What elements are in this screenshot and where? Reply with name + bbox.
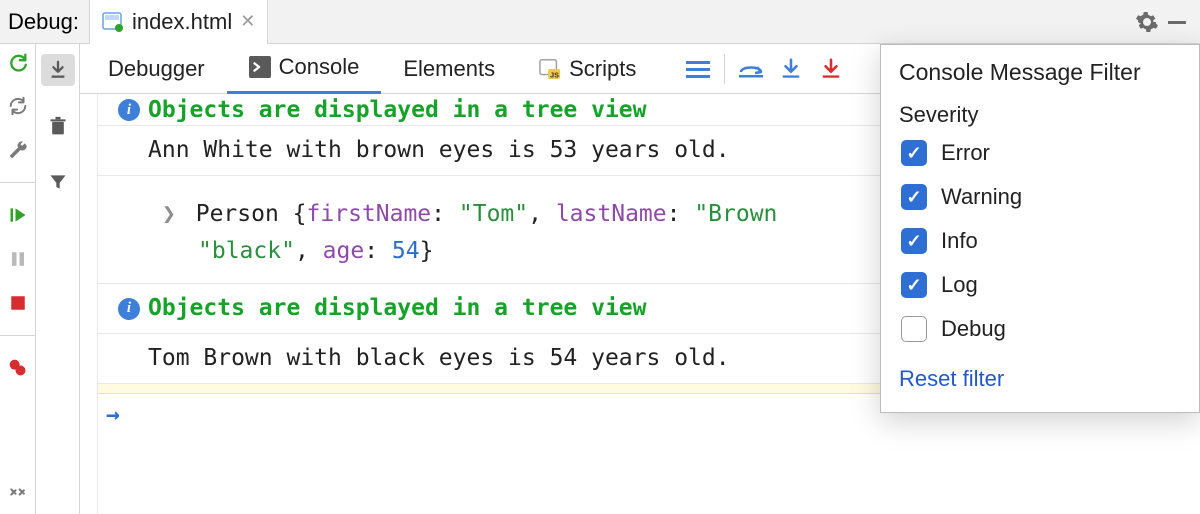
filter-option-label: Error [941, 140, 990, 166]
filter-option-log[interactable]: ✓ Log [901, 272, 1181, 298]
svg-text:JS: JS [550, 70, 559, 79]
tab-scripts-label: Scripts [569, 56, 636, 82]
clear-button[interactable] [41, 110, 75, 142]
tab-elements-label: Elements [403, 56, 495, 82]
breakpoints-icon[interactable] [6, 356, 30, 380]
checkbox-icon[interactable]: ✓ [901, 272, 927, 298]
filter-option-warning[interactable]: ✓ Warning [901, 184, 1181, 210]
obj-age: 54 [392, 238, 420, 264]
filter-option-debug[interactable]: Debug [901, 316, 1181, 342]
checkbox-icon[interactable]: ✓ [901, 184, 927, 210]
tab-scripts[interactable]: JS Scripts [517, 44, 658, 94]
filter-option-label: Debug [941, 316, 1006, 342]
console-tab-icon [249, 56, 271, 78]
filter-option-label: Info [941, 228, 978, 254]
scripts-tab-icon: JS [539, 58, 561, 80]
minimize-icon[interactable] [1162, 11, 1192, 33]
obj-lastName: Brown [708, 201, 777, 227]
step-into-icon[interactable] [771, 58, 811, 80]
chevron-right-icon[interactable]: ❯ [162, 201, 176, 227]
check-icon: ✓ [906, 231, 921, 252]
checkbox-icon[interactable] [901, 316, 927, 342]
filter-section-label: Severity [899, 102, 1181, 128]
tab-console[interactable]: Console [227, 44, 382, 94]
tab-debugger[interactable]: Debugger [86, 44, 227, 94]
step-force-icon[interactable] [811, 58, 851, 80]
scroll-to-end-button[interactable] [41, 54, 75, 86]
wrench-icon[interactable] [6, 138, 30, 162]
filter-option-label: Log [941, 272, 978, 298]
refresh-icon[interactable] [6, 94, 30, 118]
prompt-arrow-icon: → [106, 402, 120, 428]
filter-option-error[interactable]: ✓ Error [901, 140, 1181, 166]
tab-elements[interactable]: Elements [381, 44, 517, 94]
check-icon: ✓ [906, 143, 921, 164]
console-message-filter-popup: Console Message Filter Severity ✓ Error ✓ W… [880, 44, 1200, 413]
tab-debugger-label: Debugger [108, 56, 205, 82]
obj-firstName: Tom [473, 201, 515, 227]
filter-button[interactable] [41, 166, 75, 198]
checkbox-icon[interactable]: ✓ [901, 228, 927, 254]
filter-option-label: Warning [941, 184, 1022, 210]
filter-title: Console Message Filter [899, 59, 1181, 86]
check-icon: ✓ [906, 187, 921, 208]
pause-icon[interactable] [6, 247, 30, 271]
file-tab[interactable]: index.html ✕ [89, 0, 268, 44]
filter-option-info[interactable]: ✓ Info [901, 228, 1181, 254]
settings-gear-icon[interactable] [1132, 10, 1162, 34]
object-class: Person [196, 201, 279, 227]
console-text: Tom Brown with black eyes is 54 years ol… [148, 345, 730, 371]
tab-console-label: Console [279, 54, 360, 80]
rerun-icon[interactable] [6, 50, 30, 74]
console-text: Ann White with brown eyes is 53 years ol… [148, 137, 730, 163]
checkbox-icon[interactable]: ✓ [901, 140, 927, 166]
stop-icon[interactable] [6, 291, 30, 315]
console-text: Objects are displayed in a tree view [148, 94, 647, 126]
panel-name: Debug: [4, 9, 89, 35]
check-icon: ✓ [906, 275, 921, 296]
file-tab-name: index.html [132, 9, 232, 35]
step-over-icon[interactable] [731, 58, 771, 80]
console-text: Objects are displayed in a tree view [148, 295, 647, 321]
info-badge-icon: i [118, 298, 140, 320]
resume-icon[interactable] [6, 203, 30, 227]
menu-icon[interactable] [678, 59, 718, 79]
html-file-icon [102, 11, 124, 33]
more-icon[interactable] [6, 480, 30, 504]
info-badge-icon: i [118, 99, 140, 121]
reset-filter-link[interactable]: Reset filter [899, 366, 1004, 392]
close-tab-icon[interactable]: ✕ [240, 11, 255, 32]
obj-eyes: black [212, 238, 281, 264]
